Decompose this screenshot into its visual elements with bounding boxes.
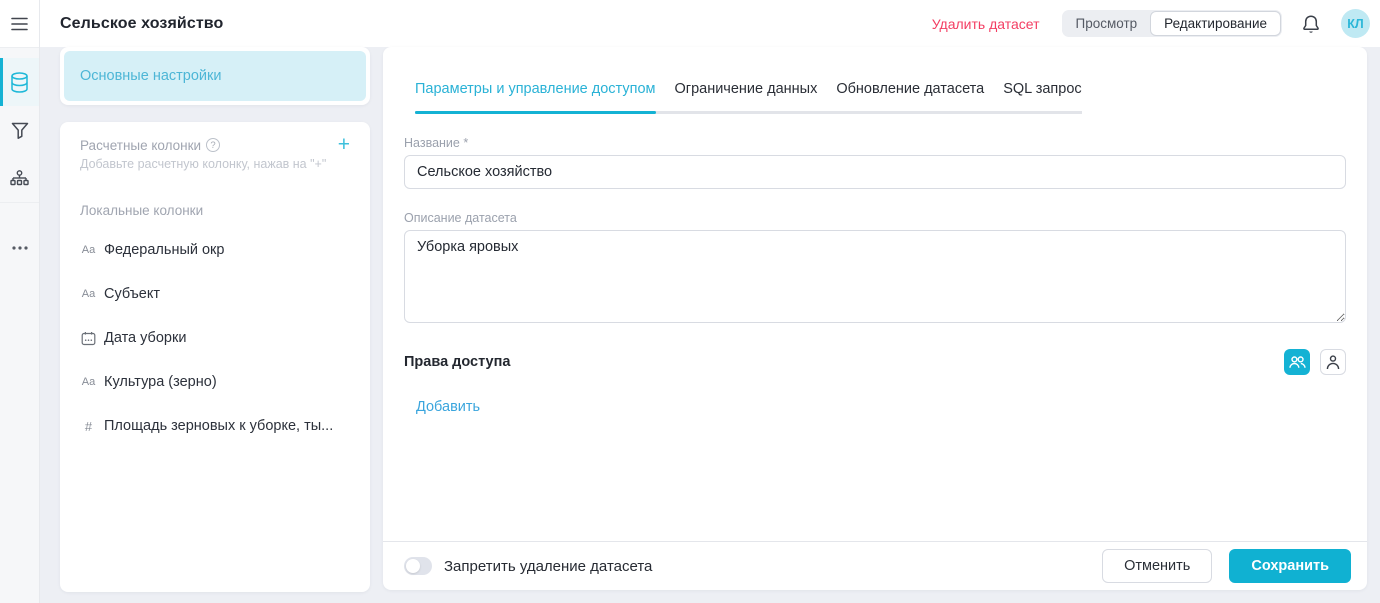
notifications-button[interactable] xyxy=(1299,12,1323,36)
columns-card: Расчетные колонки ? + Добавьте расчетную… xyxy=(60,122,370,592)
page-title: Сельское хозяйство xyxy=(60,15,223,33)
description-textarea[interactable]: Уборка яровых xyxy=(404,230,1346,323)
delete-dataset-link[interactable]: Удалить датасет xyxy=(932,16,1040,32)
ellipsis-icon xyxy=(12,246,28,250)
string-type-icon: Аа xyxy=(80,376,97,388)
hierarchy-icon xyxy=(10,170,29,187)
app: Сельское хозяйство Удалить датасет Просм… xyxy=(0,0,1380,603)
avatar[interactable]: КЛ xyxy=(1341,9,1370,38)
main-footer: Запретить удаление датасета Отменить Сох… xyxy=(383,541,1367,590)
dataset-form: Название * Описание датасета Уборка яров… xyxy=(383,114,1367,416)
field-item[interactable]: Аа Федеральный окр xyxy=(80,228,350,272)
topbar-actions: Удалить датасет Просмотр Редактирование … xyxy=(932,9,1370,38)
number-type-icon: # xyxy=(80,419,97,434)
main-panel: Параметры и управление доступом Ограничен… xyxy=(383,47,1367,590)
cancel-button[interactable]: Отменить xyxy=(1102,549,1212,583)
more-button[interactable] xyxy=(0,224,39,272)
field-label: Субъект xyxy=(104,286,160,302)
left-rail xyxy=(0,0,40,603)
description-label: Описание датасета xyxy=(404,211,1346,225)
sidebar: Основные настройки Расчетные колонки ? +… xyxy=(60,47,370,592)
dataset-sources-button[interactable] xyxy=(0,58,39,106)
filter-icon xyxy=(11,122,29,139)
main-settings-card: Основные настройки xyxy=(60,47,370,105)
local-columns-title: Локальные колонки xyxy=(80,203,350,218)
rail-separator xyxy=(0,202,39,203)
person-icon xyxy=(1326,355,1340,370)
sidebar-item-main-settings[interactable]: Основные настройки xyxy=(64,51,366,101)
menu-icon[interactable] xyxy=(0,0,39,47)
mode-switcher: Просмотр Редактирование xyxy=(1062,10,1283,37)
save-button[interactable]: Сохранить xyxy=(1229,549,1351,583)
access-view-switch xyxy=(1284,349,1346,375)
user-access-button[interactable] xyxy=(1320,349,1346,375)
field-label: Культура (зерно) xyxy=(104,374,217,390)
date-type-icon xyxy=(80,331,97,346)
relations-button[interactable] xyxy=(0,154,39,202)
access-rights-label: Права доступа xyxy=(404,354,510,370)
access-rights-row: Права доступа xyxy=(404,349,1346,375)
mode-view[interactable]: Просмотр xyxy=(1063,11,1151,36)
field-item[interactable]: Дата уборки xyxy=(80,316,350,360)
field-item[interactable]: Аа Культура (зерно) xyxy=(80,360,350,404)
tab-1[interactable]: Ограничение данных xyxy=(675,81,818,111)
field-item[interactable]: Аа Субъект xyxy=(80,272,350,316)
name-label: Название * xyxy=(404,136,1346,150)
add-calc-column-button[interactable]: + xyxy=(338,136,350,154)
bell-icon xyxy=(1302,14,1320,34)
calc-columns-header: Расчетные колонки ? + xyxy=(80,136,350,154)
group-access-button[interactable] xyxy=(1284,349,1310,375)
string-type-icon: Аа xyxy=(80,288,97,300)
help-icon[interactable]: ? xyxy=(206,138,220,152)
tab-0[interactable]: Параметры и управление доступом xyxy=(415,81,656,111)
group-icon xyxy=(1289,356,1306,369)
tab-bar: Параметры и управление доступом Ограничен… xyxy=(415,81,1082,114)
field-label: Дата уборки xyxy=(104,330,186,346)
tab-3[interactable]: SQL запрос xyxy=(1003,81,1081,111)
toggle-knob xyxy=(406,559,420,573)
add-access-button[interactable]: Добавить xyxy=(416,399,480,415)
forbid-delete-label: Запретить удаление датасета xyxy=(444,558,652,575)
database-icon xyxy=(10,72,29,93)
calc-columns-hint: Добавьте расчетную колонку, нажав на "+" xyxy=(80,157,350,171)
string-type-icon: Аа xyxy=(80,244,97,256)
top-bar: Сельское хозяйство Удалить датасет Просм… xyxy=(40,0,1380,47)
field-item[interactable]: # Площадь зерновых к уборке, ты... xyxy=(80,404,350,448)
tab-2[interactable]: Обновление датасета xyxy=(836,81,984,111)
field-list: Аа Федеральный окр Аа Субъект Дата уборки Аа К… xyxy=(80,228,350,448)
mode-edit[interactable]: Редактирование xyxy=(1150,11,1281,36)
name-input[interactable] xyxy=(404,155,1346,189)
forbid-delete-toggle[interactable] xyxy=(404,557,432,575)
calc-columns-title: Расчетные колонки xyxy=(80,138,201,153)
footer-buttons: Отменить Сохранить xyxy=(1102,549,1351,583)
filters-button[interactable] xyxy=(0,106,39,154)
field-label: Федеральный окр xyxy=(104,242,224,258)
field-label: Площадь зерновых к уборке, ты... xyxy=(104,418,333,434)
